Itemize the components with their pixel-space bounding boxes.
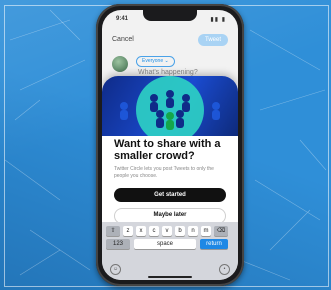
compose-top-bar: Cancel Tweet [112, 34, 228, 48]
avatar [112, 56, 128, 72]
home-indicator [148, 276, 192, 278]
numbers-key[interactable]: 123 [106, 239, 130, 249]
keyboard-row-4: 123 space return [106, 239, 234, 250]
get-started-button[interactable]: Get started [114, 188, 226, 202]
key-z[interactable]: z [123, 226, 133, 236]
key-x[interactable]: x [136, 226, 146, 236]
status-indicators: ▮▮ ▮ [210, 17, 226, 23]
status-bar: 9:41 ▮▮ ▮ [102, 16, 238, 26]
circle-promo-modal: Want to share with a smaller crowd? Twit… [102, 76, 238, 242]
key-n[interactable]: n [188, 226, 198, 236]
status-time: 9:41 [116, 16, 129, 22]
people-figures-icon [120, 76, 220, 136]
phone-device: 9:41 ▮▮ ▮ Cancel Tweet Everyone ⌄ What's… [96, 4, 244, 286]
tweet-button[interactable]: Tweet [198, 34, 228, 46]
key-c[interactable]: c [149, 226, 159, 236]
audience-selector[interactable]: Everyone ⌄ [136, 56, 175, 67]
modal-description: Twitter Circle lets you post Tweets to o… [114, 166, 214, 179]
modal-headline: Want to share with a smaller crowd? [114, 138, 221, 162]
cancel-button[interactable]: Cancel [112, 36, 134, 43]
tweet-input[interactable]: What's happening? [138, 69, 198, 76]
microphone-icon[interactable]: • [219, 264, 230, 275]
keyboard-bottom-bar: ☺ • [110, 264, 230, 275]
keyboard-row-3: ⇧ z x c v b n m ⌫ [106, 226, 234, 237]
circle-illustration [102, 76, 238, 136]
key-b[interactable]: b [175, 226, 185, 236]
emoji-icon[interactable]: ☺ [110, 264, 121, 275]
key-v[interactable]: v [162, 226, 172, 236]
return-key[interactable]: return [200, 239, 228, 249]
shift-key[interactable]: ⇧ [106, 226, 120, 236]
keyboard: ⇧ z x c v b n m ⌫ 123 space return ☺ • [102, 222, 238, 280]
space-key[interactable]: space [134, 239, 196, 249]
phone-screen: 9:41 ▮▮ ▮ Cancel Tweet Everyone ⌄ What's… [102, 10, 238, 280]
key-m[interactable]: m [201, 226, 211, 236]
backspace-key[interactable]: ⌫ [214, 226, 228, 236]
